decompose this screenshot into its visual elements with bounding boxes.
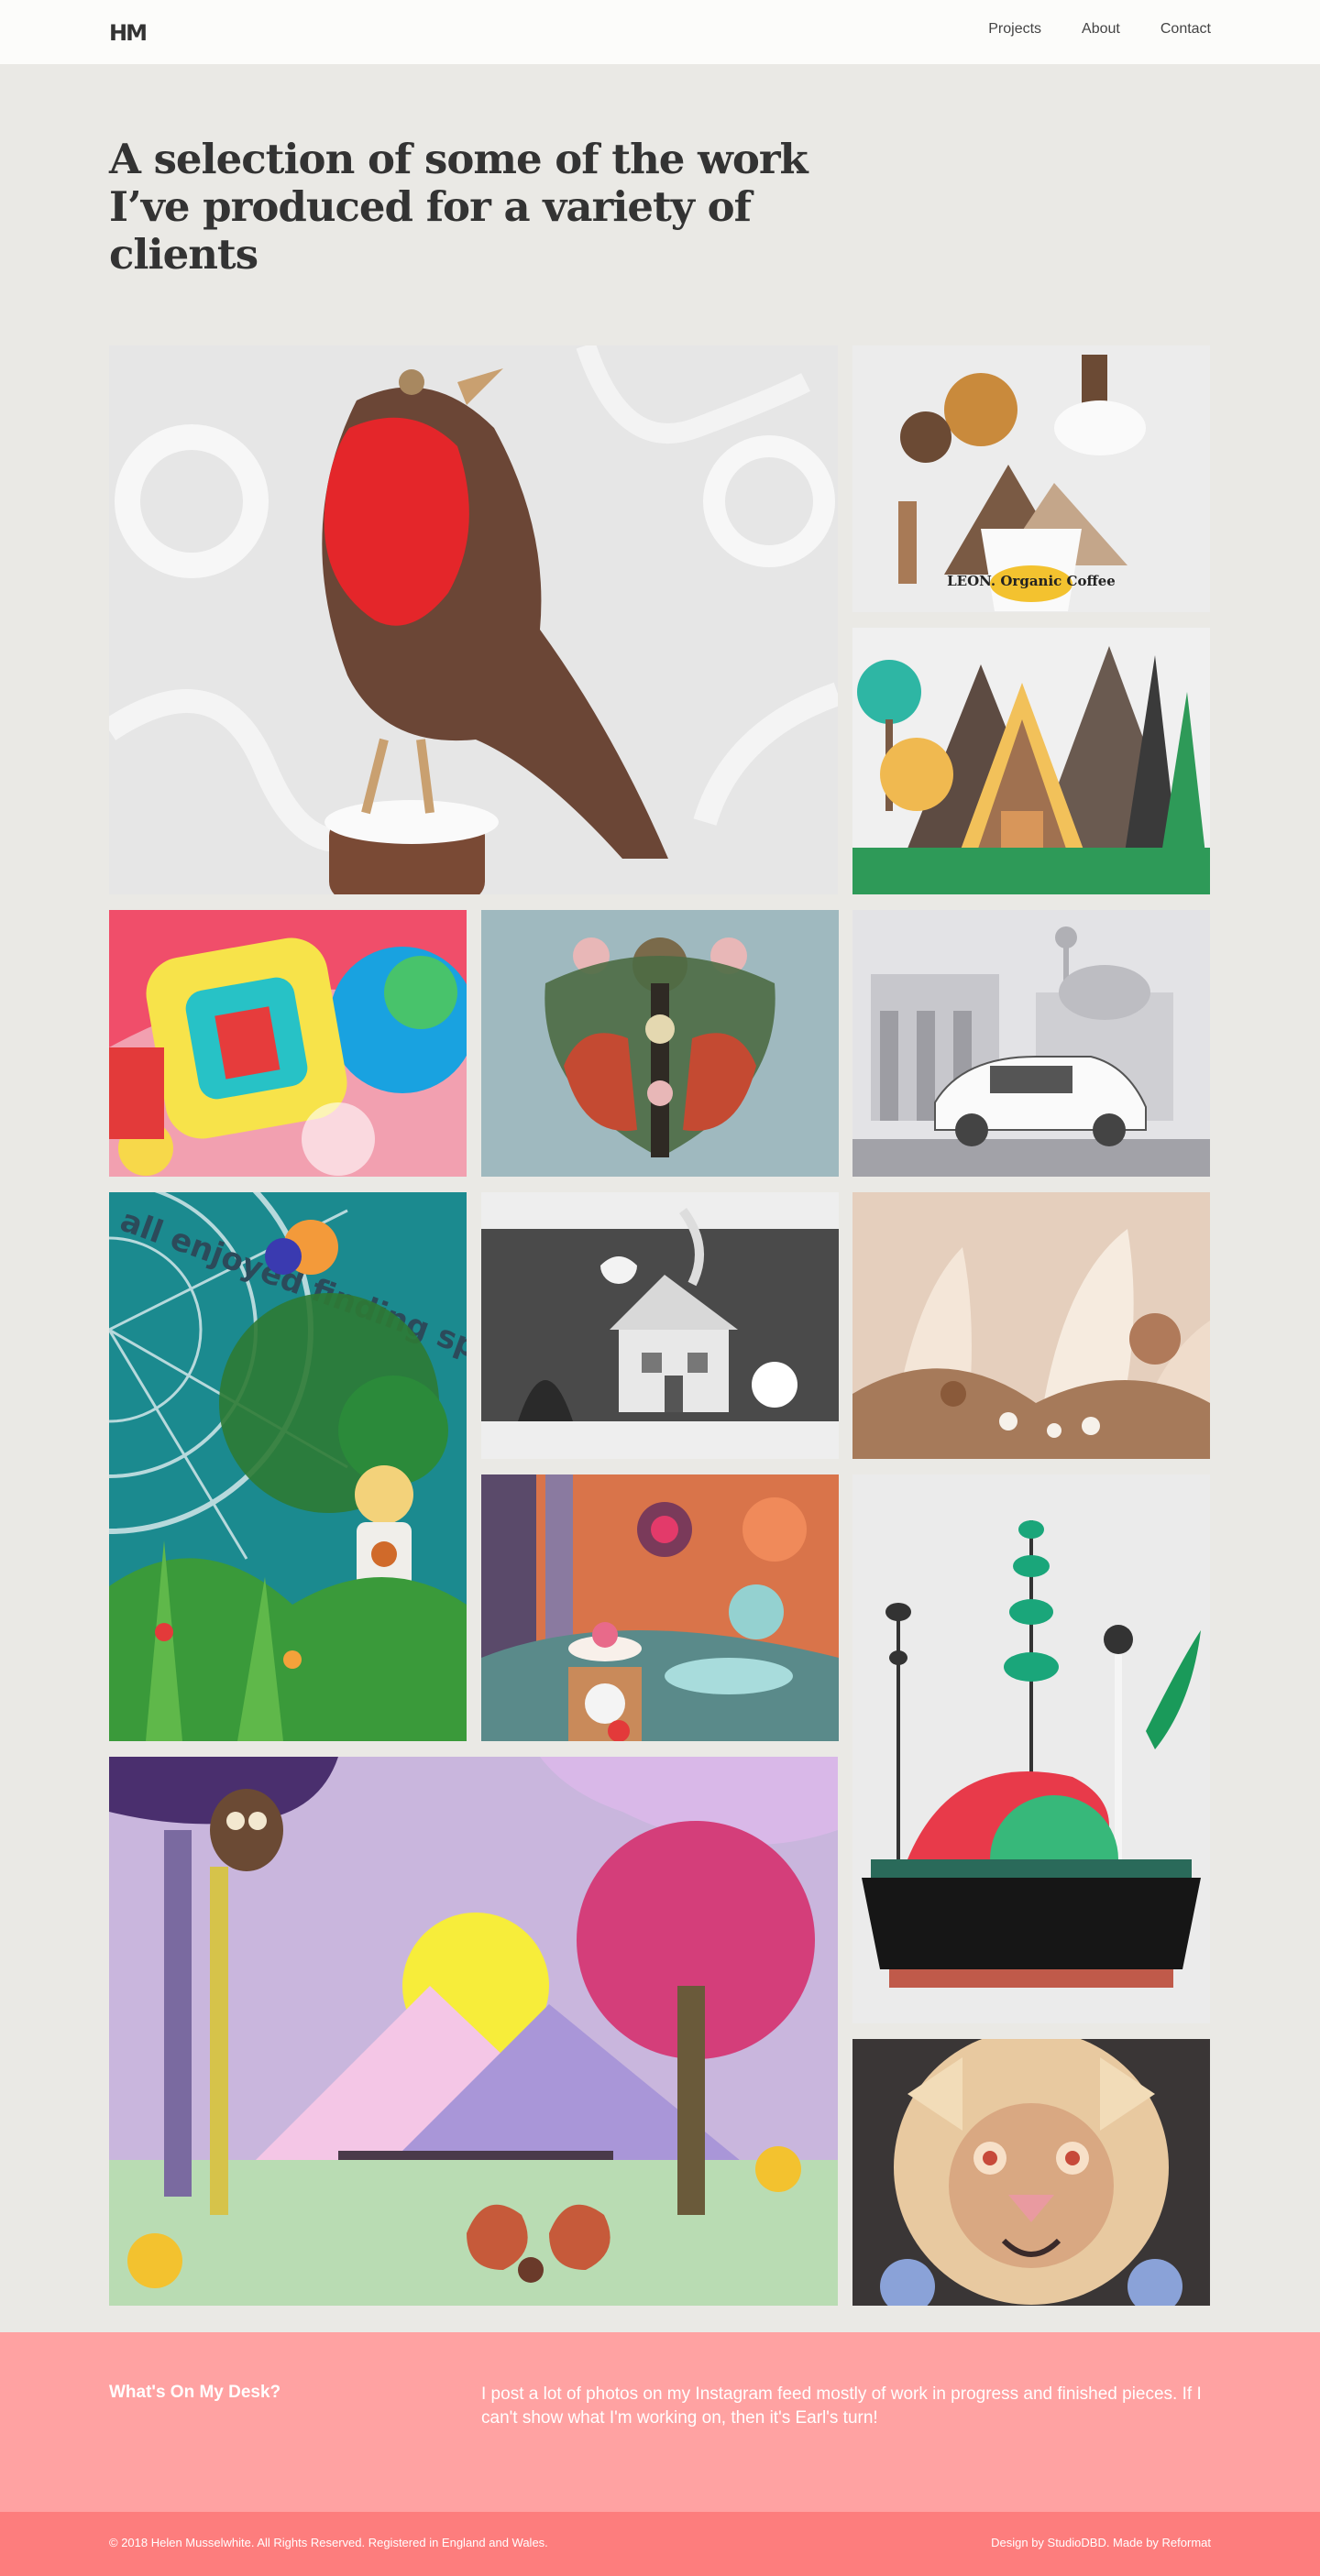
project-tile-woodland-scene[interactable]: [109, 1757, 838, 2306]
project-tile-symmetrical-foxes[interactable]: [481, 910, 839, 1177]
foxes-image: [481, 910, 839, 1177]
robin-image: [109, 345, 838, 894]
tea-party-image: [481, 1474, 839, 1741]
site-header: HM Projects About Contact: [0, 0, 1320, 64]
project-tile-audi-berlin[interactable]: [852, 910, 1210, 1177]
instagram-description: I post a lot of photos on my Instagram f…: [481, 2384, 1202, 2428]
bonsai-image: [852, 1474, 1210, 2023]
woodland-image: [109, 1757, 838, 2306]
abstract-image: [109, 910, 467, 1177]
main-nav: Projects About Contact: [988, 21, 1211, 38]
project-tile-tea-party[interactable]: [481, 1474, 839, 1741]
instagram-section: What's On My Desk? I post a lot of photo…: [0, 2332, 1320, 2512]
nav-contact[interactable]: Contact: [1160, 21, 1211, 38]
instagram-title[interactable]: What's On My Desk?: [109, 2383, 280, 2403]
project-tile-paper-forest[interactable]: [852, 1192, 1210, 1459]
project-tile-colourful-abstract[interactable]: [109, 910, 467, 1177]
credits-text[interactable]: Design by StudioDBD. Made by Reformat: [991, 2536, 1211, 2549]
spider-web-image: all enjoyed finding spid: [109, 1192, 467, 1741]
project-tile-night-cottage[interactable]: [481, 1192, 839, 1459]
project-tile-a-frame-cabin[interactable]: [852, 628, 1210, 894]
night-cottage-image: [481, 1192, 839, 1459]
page-title: A selection of some of the work I’ve pro…: [109, 135, 808, 279]
project-gallery: LEON. Organic Coffee all enjoyed spid: [0, 0, 1320, 2576]
leon-coffee-image: LEON. Organic Coffee: [852, 345, 1210, 612]
audi-image: [852, 910, 1210, 1177]
project-tile-robin[interactable]: [109, 345, 838, 894]
nav-about[interactable]: About: [1082, 21, 1120, 38]
site-footer: © 2018 Helen Musselwhite. All Rights Res…: [0, 2512, 1320, 2576]
project-tile-lion[interactable]: [852, 2039, 1210, 2306]
project-tile-bonsai-planter[interactable]: [852, 1474, 1210, 2023]
paper-forest-image: [852, 1192, 1210, 1459]
leon-label: LEON. Organic Coffee: [947, 573, 1116, 589]
copyright-text: © 2018 Helen Musselwhite. All Rights Res…: [109, 2536, 548, 2549]
lion-image: [852, 2039, 1210, 2306]
logo[interactable]: HM: [109, 20, 148, 46]
cabin-image: [852, 628, 1210, 894]
project-tile-spider-web[interactable]: all enjoyed finding spid: [109, 1192, 467, 1741]
project-tile-leon-coffee[interactable]: LEON. Organic Coffee: [852, 345, 1210, 612]
nav-projects[interactable]: Projects: [988, 21, 1041, 38]
